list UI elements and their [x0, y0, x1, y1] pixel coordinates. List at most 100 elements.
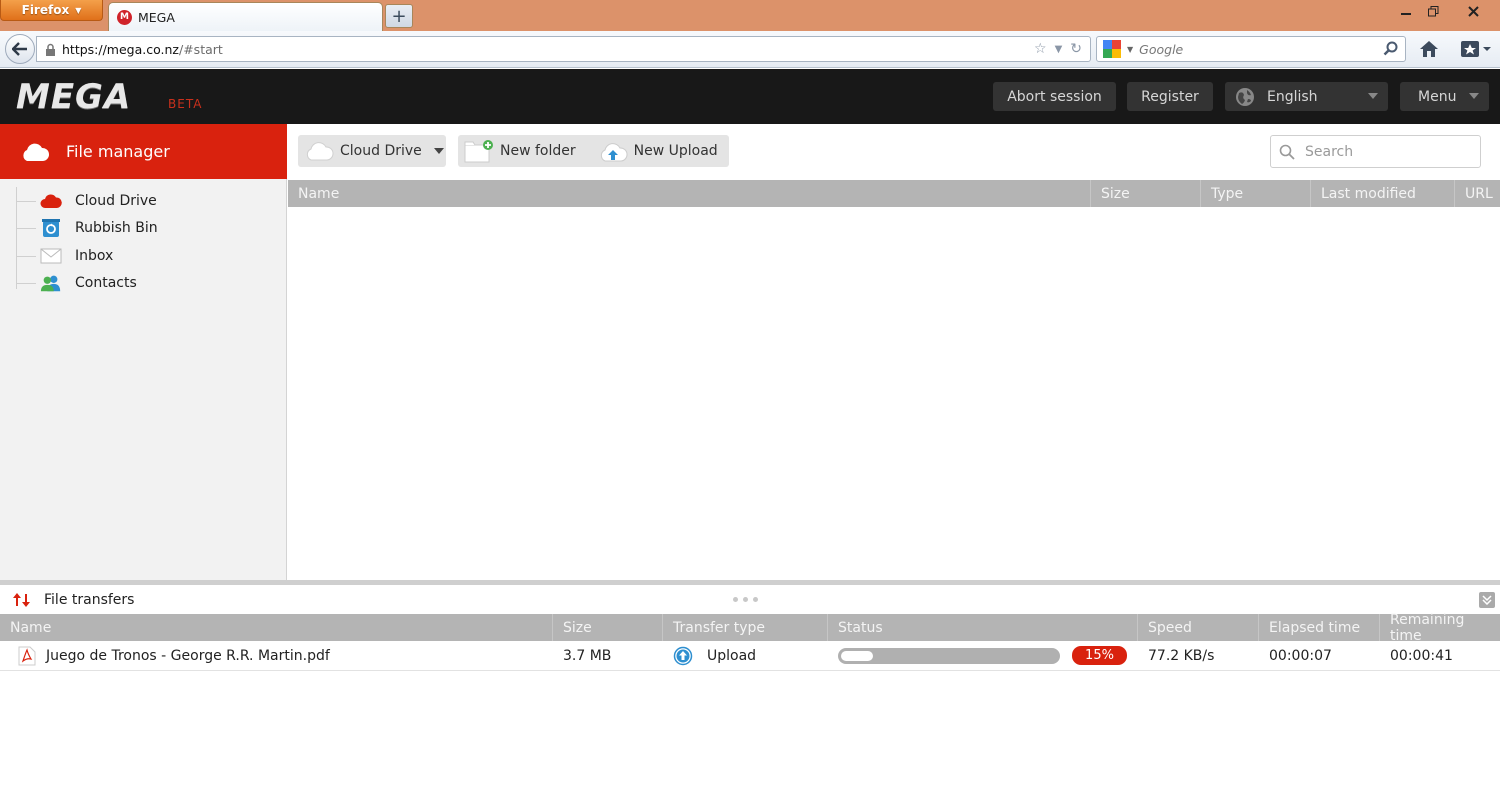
sidebar-item-inbox[interactable]: Inbox: [16, 242, 158, 270]
transfer-size: 3.7 MB: [563, 647, 612, 664]
column-status[interactable]: Status: [828, 614, 1138, 641]
column-size[interactable]: Size: [553, 614, 663, 641]
language-select[interactable]: English: [1225, 82, 1388, 111]
browser-tab-mega[interactable]: M MEGA: [108, 2, 383, 31]
main-toolbar: Cloud Drive New folder New Upload Search: [288, 124, 1500, 180]
firefox-menu-button[interactable]: Firefox ▼: [0, 0, 103, 21]
sidebar-item-label: Inbox: [75, 247, 114, 264]
menu-button[interactable]: Menu: [1400, 82, 1489, 111]
browser-search-bar[interactable]: ▼ Google: [1096, 36, 1406, 62]
sidebar-item-cloud-drive[interactable]: Cloud Drive: [16, 187, 158, 215]
location-label: Cloud Drive: [340, 143, 422, 159]
reload-icon[interactable]: ↻: [1070, 41, 1082, 59]
bookmarks-icon[interactable]: [1460, 39, 1492, 59]
search-placeholder: Search: [1305, 143, 1354, 160]
register-button[interactable]: Register: [1127, 82, 1213, 111]
chevron-down-icon: ▼: [75, 5, 82, 15]
transfer-remaining: 00:00:41: [1390, 647, 1453, 664]
close-window-icon[interactable]: [1450, 0, 1496, 22]
new-upload-button[interactable]: New Upload: [598, 140, 718, 162]
transfer-status-cell: 15%: [828, 641, 1138, 671]
cloud-upload-icon: [600, 143, 628, 162]
new-tab-button[interactable]: +: [385, 4, 413, 28]
lock-icon: [46, 43, 55, 56]
column-last-modified[interactable]: Last modified: [1311, 180, 1455, 207]
transfer-elapsed: 00:00:07: [1269, 647, 1332, 664]
file-manager-header[interactable]: File manager: [0, 124, 287, 179]
column-name[interactable]: Name: [288, 180, 1091, 207]
google-icon: [1103, 40, 1121, 58]
progress-bar-fill: [841, 650, 874, 661]
transfer-name-cell: Juego de Tronos - George R.R. Martin.pdf: [0, 641, 553, 671]
transfers-header: Name Size Transfer type Status Speed Ela…: [0, 612, 1500, 644]
sidebar-item-rubbish-bin[interactable]: Rubbish Bin: [16, 215, 158, 243]
dropdown-arrow-icon[interactable]: ▼: [1055, 41, 1063, 59]
browser-nav-bar: https://mega.co.nz/#start ☆ ▼ ↻ ▼ Google: [0, 31, 1500, 68]
beta-badge: BETA: [168, 97, 203, 111]
mega-header: MEGA BETA Abort session Register English…: [0, 69, 1500, 124]
collapse-panel-icon[interactable]: [1479, 592, 1495, 608]
cloud-icon: [306, 142, 334, 161]
column-url[interactable]: URL: [1455, 180, 1500, 207]
chevron-down-icon: [1368, 93, 1378, 99]
restore-window-icon[interactable]: [1422, 0, 1444, 22]
sidebar: File manager Cloud Drive Rubbish Bin Inb…: [0, 124, 287, 581]
address-bar[interactable]: https://mega.co.nz/#start ☆ ▼ ↻: [36, 36, 1091, 62]
firefox-menu-label: Firefox: [21, 3, 70, 17]
toolbar-actions: New folder New Upload: [458, 135, 729, 167]
url-text: https://mega.co.nz/#start: [62, 41, 223, 57]
menu-label: Menu: [1418, 88, 1457, 105]
engine-dropdown-icon[interactable]: ▼: [1127, 45, 1133, 54]
drag-handle-icon[interactable]: [733, 597, 758, 602]
column-speed[interactable]: Speed: [1138, 614, 1259, 641]
upload-icon: [673, 646, 693, 665]
arrow-left-icon: [12, 42, 27, 56]
tab-title: MEGA: [138, 9, 175, 25]
transfer-row[interactable]: Juego de Tronos - George R.R. Martin.pdf…: [0, 641, 1500, 671]
file-manager-title: File manager: [66, 142, 170, 161]
sidebar-item-contacts[interactable]: Contacts: [16, 270, 158, 298]
pdf-file-icon: [18, 646, 36, 665]
column-elapsed-time[interactable]: Elapsed time: [1259, 614, 1380, 641]
home-icon[interactable]: [1418, 39, 1440, 59]
minimize-window-icon[interactable]: [1395, 0, 1417, 22]
globe-icon: [1236, 87, 1254, 106]
column-transfer-type[interactable]: Transfer type: [663, 614, 828, 641]
chevron-down-icon: [433, 148, 444, 154]
envelope-icon: [40, 246, 62, 266]
location-dropdown[interactable]: Cloud Drive: [298, 135, 446, 167]
new-upload-label: New Upload: [633, 143, 718, 159]
column-type[interactable]: Type: [1201, 180, 1311, 207]
sidebar-item-label: Rubbish Bin: [75, 220, 158, 237]
column-size[interactable]: Size: [1091, 180, 1201, 207]
bookmark-star-icon[interactable]: ☆: [1034, 41, 1047, 59]
transfer-type-cell: Upload: [663, 641, 828, 671]
transfer-speed: 77.2 KB/s: [1148, 647, 1215, 664]
transfers-title-bar: File transfers: [0, 585, 1500, 614]
browser-tab-bar: Firefox ▼ M MEGA +: [0, 0, 1500, 31]
new-folder-button[interactable]: New folder: [464, 139, 576, 163]
mega-favicon-icon: M: [117, 9, 132, 25]
transfer-arrows-icon: [13, 592, 30, 607]
column-name[interactable]: Name: [0, 614, 553, 641]
language-label: English: [1267, 88, 1318, 105]
cloud-icon: [23, 143, 50, 161]
recycle-icon: [40, 218, 62, 238]
abort-session-button[interactable]: Abort session: [993, 82, 1116, 111]
transfers-title: File transfers: [44, 591, 135, 608]
file-search-input[interactable]: Search: [1270, 135, 1481, 168]
progress-percent-badge: 15%: [1072, 646, 1127, 665]
file-list-header: Name Size Type Last modified URL: [288, 180, 1500, 207]
chevron-down-icon: [1469, 93, 1479, 99]
cloud-icon: [40, 191, 62, 211]
back-button[interactable]: [5, 34, 35, 64]
column-remaining-time[interactable]: Remaining time: [1380, 612, 1500, 644]
sidebar-item-label: Contacts: [75, 275, 137, 292]
new-folder-label: New folder: [500, 143, 576, 159]
progress-bar: [838, 647, 1060, 664]
mega-logo[interactable]: MEGA: [16, 80, 131, 114]
file-list-body: [288, 207, 1500, 580]
contacts-icon: [40, 273, 62, 293]
transfers-body: [0, 671, 1500, 800]
search-icon[interactable]: [1383, 41, 1399, 57]
